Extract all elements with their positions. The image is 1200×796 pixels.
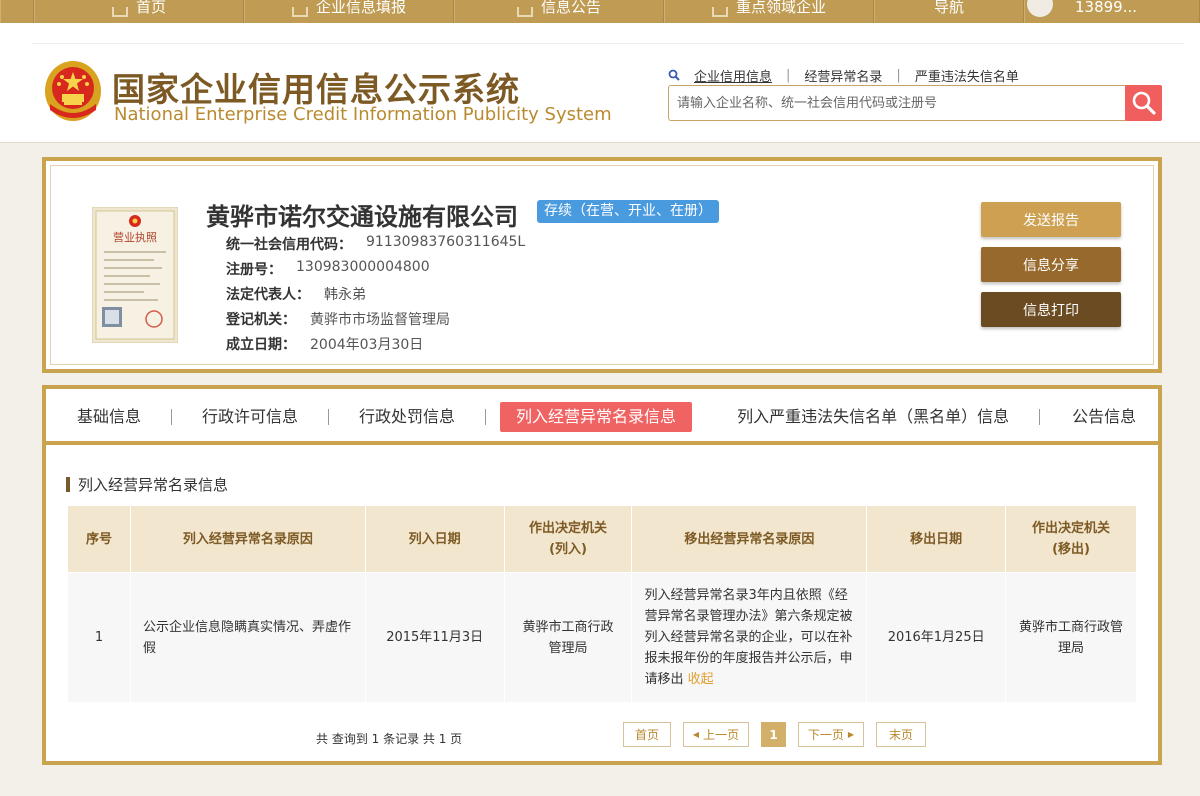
avatar bbox=[1027, 0, 1053, 17]
nav-item-navigation[interactable]: 导航 bbox=[874, 0, 1024, 23]
tab-separator bbox=[1039, 409, 1041, 425]
collapse-link[interactable]: 收起 bbox=[688, 672, 714, 687]
cell-remove-reason: 列入经营异常名录3年内且依照《经营异常名录管理办法》第六条规定被列入经营异常名录… bbox=[631, 572, 868, 703]
status-badge: 存续（在营、开业、在册） bbox=[537, 200, 719, 223]
table-header-row: 序号 列入经营异常名录原因 列入日期 作出决定机关 (列入) 移出经营异常名录原因… bbox=[67, 505, 1137, 573]
nav-spacer bbox=[0, 0, 34, 23]
tab-bar: 基础信息 行政许可信息 行政处罚信息 列入经营异常名录信息 列入严重违法失信名单… bbox=[46, 393, 1158, 445]
abnormal-list-table: 序号 列入经营异常名录原因 列入日期 作出决定机关 (列入) 移出经营异常名录原因… bbox=[67, 505, 1137, 703]
company-card: 营业执照 黄骅市诺尔交通设施有限公司 存续（在营、开业、在册） 统一社会信用代码… bbox=[42, 157, 1162, 373]
search-button[interactable] bbox=[1125, 85, 1162, 121]
col-header-authority-out: 作出决定机关 (移出) bbox=[1005, 505, 1137, 573]
info-row-authority: 登记机关： 黄骅市市场监督管理局 bbox=[226, 312, 450, 328]
svg-text:营业执照: 营业执照 bbox=[113, 230, 157, 244]
nav-item-key-enterprise[interactable]: 重点领域企业 bbox=[664, 0, 874, 23]
cell-no: 1 bbox=[67, 572, 131, 703]
tab-separator bbox=[328, 409, 330, 425]
tab-separator bbox=[485, 409, 487, 425]
send-report-button[interactable]: 发送报告 bbox=[981, 202, 1121, 237]
cell-authority-out: 黄骅市工商行政管理局 bbox=[1005, 572, 1137, 703]
nav-item-notice[interactable]: 信息公告 bbox=[454, 0, 664, 23]
tab-announcement[interactable]: 公告信息 bbox=[1056, 402, 1152, 432]
business-license-icon: 营业执照 bbox=[92, 207, 178, 343]
first-page-button[interactable]: 首页 bbox=[623, 722, 671, 747]
tab-separator bbox=[706, 409, 707, 425]
table-row: 1 公示企业信息隐瞒真实情况、弄虚作假 2015年11月3日 黄骅市工商行政管理… bbox=[67, 572, 1137, 703]
info-row-established: 成立日期： 2004年03月30日 bbox=[226, 337, 424, 353]
cell-authority-in: 黄骅市工商行政管理局 bbox=[503, 572, 633, 703]
search-icon bbox=[668, 69, 680, 81]
site-header: 国家企业信用信息公示系统 National Enterprise Credit … bbox=[0, 23, 1200, 143]
next-page-button[interactable]: 下一页 ▶ bbox=[798, 722, 864, 747]
section-title: 列入经营异常名录信息 bbox=[66, 474, 228, 495]
cell-date: 2015年11月3日 bbox=[364, 572, 505, 703]
pagination: 首页 ◀ 上一页 1 下一页 ▶ 末页 bbox=[623, 722, 938, 747]
cell-remove-date: 2016年1月25日 bbox=[866, 572, 1007, 703]
pager-summary: 共 查询到 1 条记录 共 1 页 bbox=[316, 732, 463, 746]
info-row-legal-rep: 法定代表人： 韩永弟 bbox=[226, 287, 366, 303]
site-subtitle: National Enterprise Credit Information P… bbox=[114, 104, 612, 125]
home-icon bbox=[111, 7, 128, 17]
print-info-button[interactable]: 信息打印 bbox=[981, 292, 1121, 327]
link-blacklist[interactable]: 严重违法失信名单 bbox=[915, 66, 1019, 85]
nav-item-report[interactable]: 企业信息填报 bbox=[244, 0, 454, 23]
tab-separator bbox=[171, 409, 173, 425]
prev-page-button[interactable]: ◀ 上一页 bbox=[683, 722, 749, 747]
notice-icon bbox=[516, 7, 533, 17]
tab-basic-info[interactable]: 基础信息 bbox=[61, 402, 157, 432]
last-page-button[interactable]: 末页 bbox=[876, 722, 926, 747]
col-header-no: 序号 bbox=[67, 505, 131, 573]
info-row-credit-code: 统一社会信用代码： 91130983760311645L bbox=[226, 234, 526, 253]
section-title-bar bbox=[66, 477, 70, 492]
chevron-left-icon: ◀ bbox=[692, 730, 700, 739]
col-header-reason: 列入经营异常名录原因 bbox=[129, 505, 366, 573]
col-header-remove-date: 移出日期 bbox=[866, 505, 1007, 573]
link-separator: | bbox=[786, 67, 791, 83]
company-name: 黄骅市诺尔交通设施有限公司 bbox=[206, 203, 518, 231]
info-row-reg-no: 注册号： 130983000004800 bbox=[226, 259, 430, 278]
col-header-authority-in: 作出决定机关 (列入) bbox=[503, 505, 633, 573]
nav-item-home[interactable]: 首页 bbox=[34, 0, 244, 23]
tab-abnormal-list[interactable]: 列入经营异常名录信息 bbox=[500, 402, 693, 432]
cell-reason: 公示企业信息隐瞒真实情况、弄虚作假 bbox=[129, 572, 366, 703]
link-credit-info[interactable]: 企业信用信息 bbox=[694, 66, 772, 85]
top-nav-bar: 首页 企业信息填报 信息公告 重点领域企业 导航 13899... bbox=[0, 0, 1200, 23]
search-box bbox=[668, 85, 1162, 121]
header-divider bbox=[32, 43, 1184, 44]
tab-admin-license[interactable]: 行政许可信息 bbox=[186, 402, 314, 432]
national-emblem-icon bbox=[45, 61, 101, 121]
megaphone-icon bbox=[711, 7, 728, 17]
search-category-links: 企业信用信息 | 经营异常名录 | 严重违法失信名单 bbox=[668, 66, 1019, 85]
col-header-remove-reason: 移出经营异常名录原因 bbox=[631, 505, 868, 573]
current-page-button[interactable]: 1 bbox=[761, 722, 786, 747]
link-separator: | bbox=[896, 67, 901, 83]
detail-panel: 基础信息 行政许可信息 行政处罚信息 列入经营异常名录信息 列入严重违法失信名单… bbox=[42, 385, 1162, 765]
tab-admin-penalty[interactable]: 行政处罚信息 bbox=[343, 402, 471, 432]
edit-icon bbox=[291, 7, 308, 17]
col-header-date: 列入日期 bbox=[364, 505, 505, 573]
chevron-right-icon: ▶ bbox=[847, 730, 855, 739]
link-abnormal-list[interactable]: 经营异常名录 bbox=[804, 66, 882, 85]
search-icon bbox=[1132, 91, 1156, 115]
tab-blacklist[interactable]: 列入严重违法失信名单（黑名单）信息 bbox=[721, 402, 1025, 432]
share-info-button[interactable]: 信息分享 bbox=[981, 247, 1121, 282]
search-input[interactable] bbox=[669, 86, 1119, 120]
nav-user[interactable]: 13899... bbox=[1024, 0, 1200, 23]
